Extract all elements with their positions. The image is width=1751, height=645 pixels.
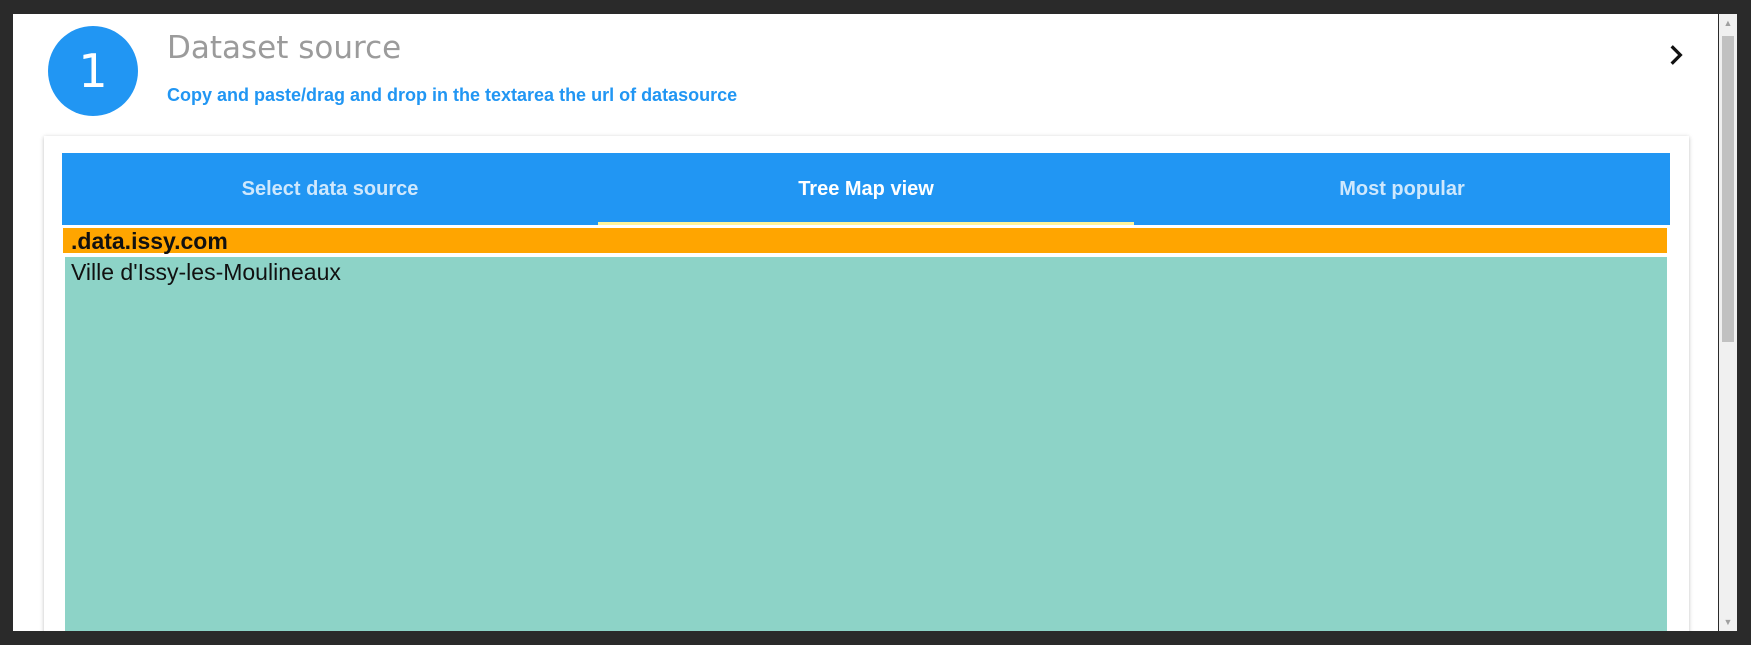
scroll-down-arrow-icon[interactable]: ▼: [1719, 613, 1737, 631]
datasource-card: Select data source Tree Map view Most po…: [44, 136, 1689, 631]
tab-most-popular[interactable]: Most popular: [1134, 153, 1670, 225]
step-number-badge: 1: [48, 26, 138, 116]
step-title: Dataset source: [167, 30, 402, 66]
tab-bar: Select data source Tree Map view Most po…: [62, 153, 1670, 225]
app-window: 1 Dataset source Copy and paste/drag and…: [13, 14, 1718, 631]
treemap-header[interactable]: .data.issy.com: [62, 227, 1668, 254]
step-subtitle: Copy and paste/drag and drop in the text…: [167, 85, 738, 105]
tab-tree-map-view[interactable]: Tree Map view: [598, 153, 1134, 225]
chevron-right-icon[interactable]: [1663, 42, 1689, 68]
tab-select-data-source[interactable]: Select data source: [62, 153, 598, 225]
tree-map: .data.issy.com Ville d'Issy-les-Moulinea…: [62, 225, 1670, 631]
scroll-up-arrow-icon[interactable]: ▲: [1719, 14, 1737, 32]
scrollbar-thumb[interactable]: [1722, 36, 1734, 342]
treemap-node[interactable]: Ville d'Issy-les-Moulineaux: [64, 256, 1668, 631]
vertical-scrollbar[interactable]: ▲ ▼: [1719, 14, 1737, 631]
